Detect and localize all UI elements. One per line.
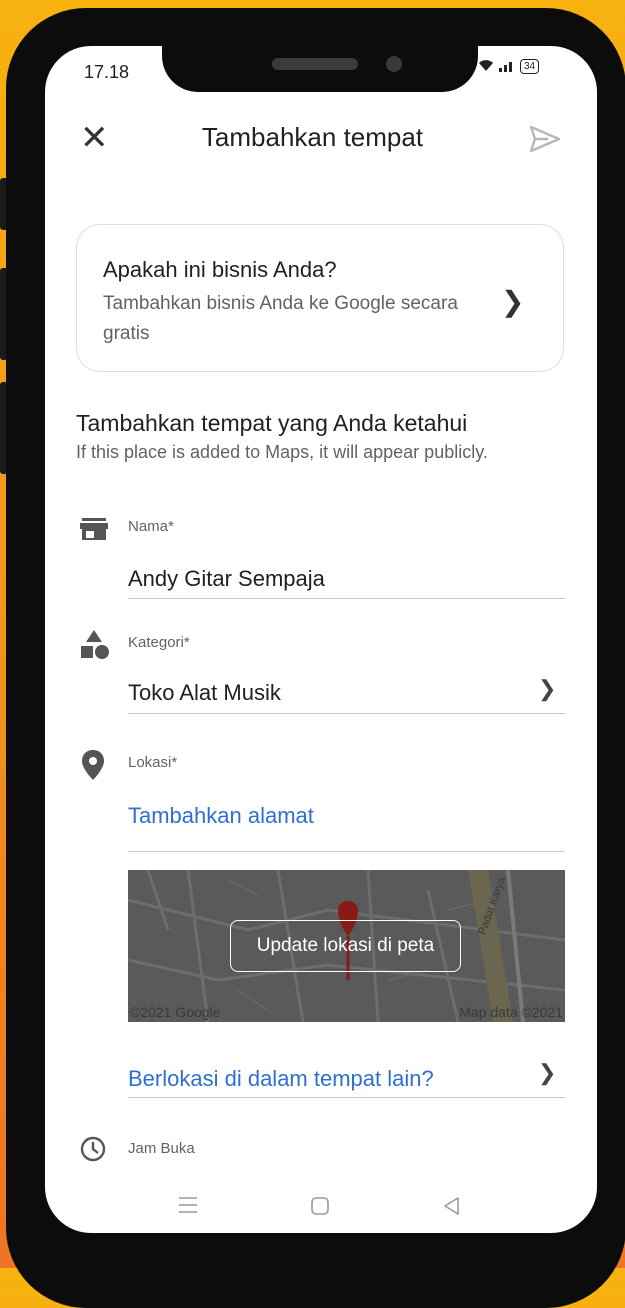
signal-icon <box>498 58 516 75</box>
map-preview[interactable]: Update lokasi di peta ©2021 Google Map d… <box>128 870 565 1022</box>
chevron-right-icon: ❯ <box>501 286 525 317</box>
map-copyright: ©2021 Google <box>130 1004 221 1020</box>
inside-place-chevron-icon: ❯ <box>538 1060 557 1085</box>
home-icon[interactable] <box>310 1196 330 1221</box>
business-card[interactable]: Apakah ini bisnis Anda? Tambahkan bisnis… <box>76 224 564 372</box>
update-location-button[interactable]: Update lokasi di peta <box>230 920 461 972</box>
name-label: Nama* <box>128 518 174 535</box>
hours-label[interactable]: Jam Buka <box>128 1140 195 1157</box>
inside-place-underline <box>128 1097 565 1098</box>
category-icon <box>80 630 110 665</box>
address-underline <box>128 851 565 852</box>
phone-notch <box>162 46 478 92</box>
status-time: 17.18 <box>84 62 130 82</box>
section-title: Tambahkan tempat yang Anda ketahui <box>76 410 468 436</box>
wifi-icon <box>478 58 494 75</box>
back-icon[interactable] <box>442 1196 462 1221</box>
category-select[interactable]: Toko Alat Musik <box>128 680 281 706</box>
status-icons: 34 <box>478 58 540 75</box>
speaker-grille <box>272 58 358 70</box>
location-label: Lokasi* <box>128 754 178 771</box>
name-underline <box>128 598 565 599</box>
clock-icon <box>80 1136 106 1167</box>
menu-icon[interactable] <box>178 1196 198 1219</box>
category-chevron-icon: ❯ <box>538 676 557 701</box>
business-card-title: Apakah ini bisnis Anda? <box>103 257 337 282</box>
store-icon <box>80 518 108 545</box>
name-input[interactable]: Andy Gitar Sempaja <box>128 566 325 592</box>
battery-icon: 34 <box>520 59 540 74</box>
front-camera <box>386 56 402 72</box>
send-icon[interactable] <box>528 124 562 154</box>
location-pin-icon <box>82 750 104 785</box>
category-label: Kategori* <box>128 634 190 651</box>
add-address-link[interactable]: Tambahkan alamat <box>128 803 314 829</box>
category-underline <box>128 713 565 714</box>
inside-place-link[interactable]: Berlokasi di dalam tempat lain? <box>128 1066 434 1092</box>
section-subtitle: If this place is added to Maps, it will … <box>76 442 488 462</box>
map-data-attribution: Map data ©2021 <box>459 1004 563 1020</box>
business-card-subtitle: Tambahkan bisnis Anda ke Google secara g… <box>103 293 458 344</box>
